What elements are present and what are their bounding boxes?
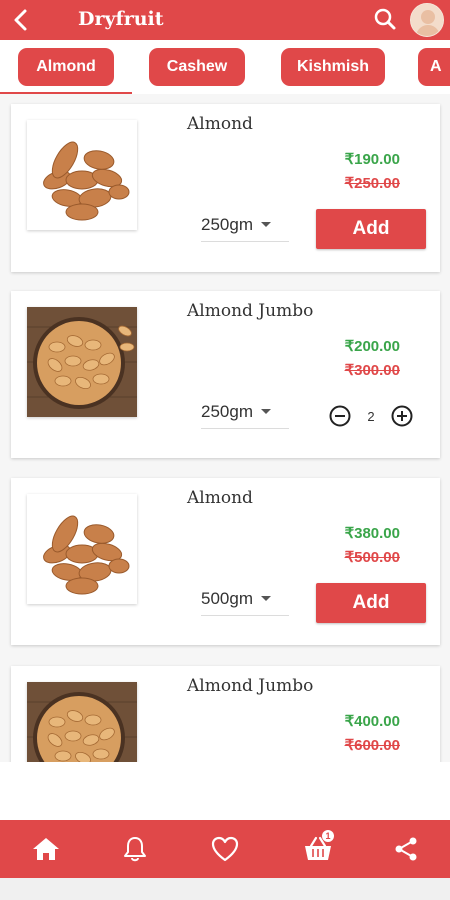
- bell-icon: [124, 837, 146, 862]
- nav-share-button[interactable]: [390, 833, 422, 865]
- heart-icon: [211, 836, 239, 862]
- tab-kishmish[interactable]: Kishmish: [281, 48, 385, 86]
- user-avatar-icon: [411, 4, 443, 36]
- weight-value: 250gm: [201, 214, 253, 234]
- chevron-down-icon: [260, 596, 271, 601]
- product-image-almonds-pile: [27, 120, 137, 230]
- minus-circle-icon: [329, 405, 351, 427]
- increment-button[interactable]: [391, 405, 413, 427]
- product-name: Almond: [187, 114, 253, 134]
- product-card: Almond ₹380.00 ₹500.00 500gm Add: [11, 478, 440, 645]
- app-header: Dryfruit: [0, 0, 450, 40]
- add-button[interactable]: Add: [316, 209, 426, 249]
- search-button[interactable]: [372, 6, 398, 32]
- weight-value: 250gm: [201, 401, 253, 421]
- product-mrp: ₹500.00: [344, 549, 400, 566]
- quantity-value: 2: [367, 408, 375, 424]
- system-navigation-bar: [0, 878, 450, 900]
- nav-home-button[interactable]: [30, 833, 62, 865]
- decrement-button[interactable]: [329, 405, 351, 427]
- add-button[interactable]: Add: [316, 583, 426, 623]
- nav-notifications-button[interactable]: [119, 833, 151, 865]
- chevron-down-icon: [260, 409, 271, 414]
- product-card: Almond Jumbo ₹400.00 ₹600.00: [11, 666, 440, 762]
- product-mrp: ₹300.00: [344, 362, 400, 379]
- weight-select[interactable]: 250gm: [201, 395, 289, 429]
- home-icon: [33, 838, 59, 860]
- product-card: Almond ₹190.00 ₹250.00 250gm Add: [11, 104, 440, 272]
- page-title: Dryfruit: [78, 8, 164, 30]
- weight-select[interactable]: 250gm: [201, 208, 289, 242]
- product-price: ₹380.00: [344, 525, 400, 542]
- product-mrp: ₹600.00: [344, 737, 400, 754]
- product-name: Almond: [187, 488, 253, 508]
- weight-value: 500gm: [201, 588, 253, 608]
- category-tabs: Almond Cashew Kishmish A: [0, 40, 450, 94]
- product-price: ₹200.00: [344, 338, 400, 355]
- tab-almond[interactable]: Almond: [18, 48, 114, 86]
- back-arrow-icon: [14, 9, 27, 31]
- product-price: ₹400.00: [344, 713, 400, 730]
- product-mrp: ₹250.00: [344, 175, 400, 192]
- back-button[interactable]: [8, 6, 32, 34]
- bottom-navigation: 1: [0, 820, 450, 878]
- product-name: Almond Jumbo: [187, 301, 314, 321]
- tab-partial[interactable]: A: [418, 48, 450, 86]
- product-image-almonds-bowl: [27, 307, 137, 417]
- quantity-stepper: 2: [329, 404, 413, 428]
- chevron-down-icon: [260, 222, 271, 227]
- tab-cashew[interactable]: Cashew: [149, 48, 245, 86]
- cart-count-badge: 1: [322, 830, 334, 842]
- nav-cart-button[interactable]: 1: [302, 830, 334, 865]
- plus-circle-icon: [391, 405, 413, 427]
- share-icon: [395, 837, 417, 861]
- app-screen: Dryfruit Almond Cashew Kishmish A Almond…: [0, 0, 450, 900]
- search-icon: [374, 8, 396, 30]
- product-price: ₹190.00: [344, 151, 400, 168]
- product-image-almonds-bowl: [27, 682, 137, 762]
- weight-select[interactable]: 500gm: [201, 582, 289, 616]
- product-card: Almond Jumbo ₹200.00 ₹300.00 250gm 2: [11, 291, 440, 458]
- nav-wishlist-button[interactable]: [209, 833, 241, 865]
- product-name: Almond Jumbo: [187, 676, 314, 696]
- product-image-almonds-pile: [27, 494, 137, 604]
- product-list[interactable]: Almond ₹190.00 ₹250.00 250gm Add Almond …: [0, 94, 450, 762]
- avatar[interactable]: [410, 3, 444, 37]
